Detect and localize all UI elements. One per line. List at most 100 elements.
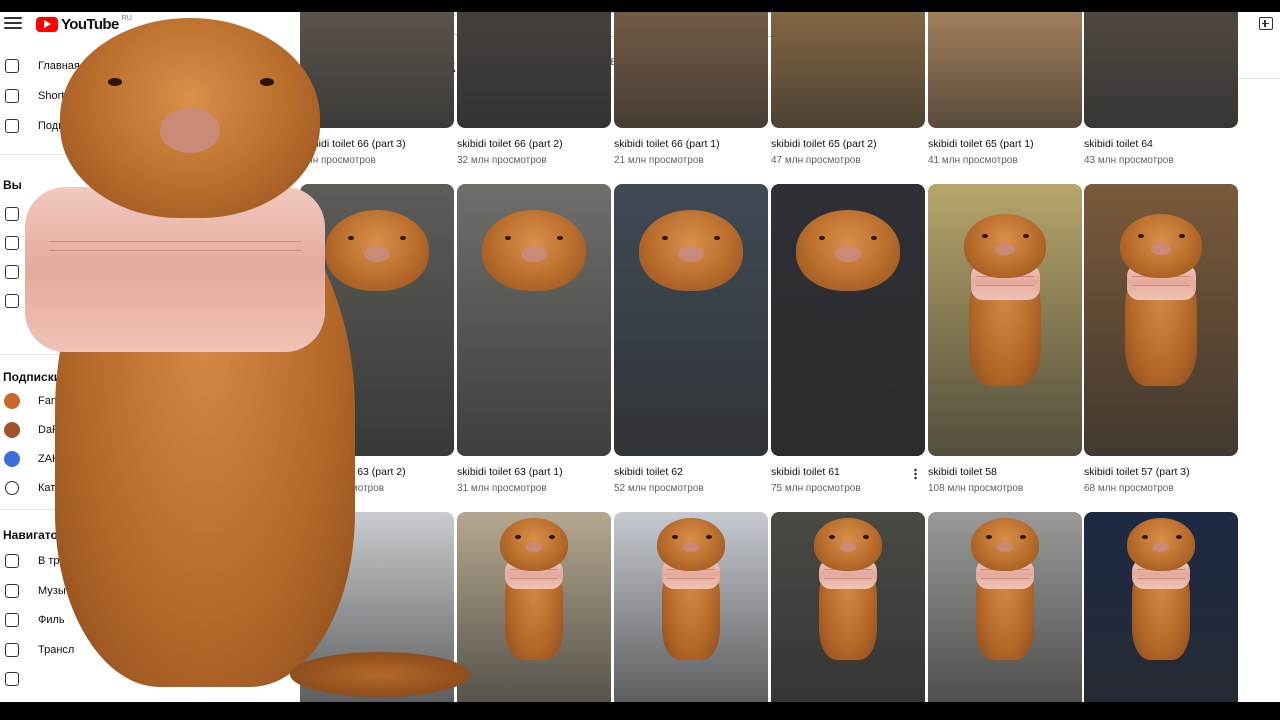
short-thumbnail[interactable]	[614, 12, 768, 128]
short-view-count: 32 млн просмотров	[457, 155, 547, 166]
short-view-count: 52 млн просмотров	[614, 483, 704, 494]
short-title[interactable]: skibidi toilet 63 (part 1)	[457, 466, 563, 478]
short-view-count: 0 млн просмотров	[300, 483, 385, 494]
trending-icon	[5, 554, 19, 568]
short-view-count: 31 млн просмотров	[457, 483, 547, 494]
pig-feature	[1151, 242, 1171, 256]
short-thumbnail[interactable]	[300, 512, 454, 702]
pig-feature	[504, 235, 511, 240]
sidebar-item[interactable]: Трансл	[0, 638, 300, 662]
sidebar-item[interactable]: Главная	[0, 54, 300, 78]
short-title[interactable]: skibidi toilet 63 (part 2)	[300, 466, 406, 478]
sidebar-divider	[0, 154, 300, 155]
pig-feature	[839, 541, 857, 553]
short-thumbnail[interactable]	[928, 12, 1082, 128]
pig-feature	[1152, 541, 1170, 553]
pig-feature	[1137, 234, 1144, 239]
short-view-count: 21 млн просмотров	[614, 155, 704, 166]
guinea-pig-head	[795, 210, 901, 291]
add-circle-icon	[5, 481, 19, 495]
pig-feature	[548, 534, 555, 539]
short-view-count: 68 млн просмотров	[1084, 483, 1174, 494]
short-title[interactable]: skibidi toilet 62	[614, 466, 683, 478]
pig-feature	[525, 541, 543, 553]
short-title[interactable]: skibidi toilet 65 (part 1)	[928, 138, 1034, 150]
sidebar-item[interactable]	[0, 260, 300, 284]
sidebar-you-heading[interactable]: Вы	[3, 178, 22, 192]
short-thumbnail[interactable]	[928, 512, 1082, 702]
sidebar-item[interactable]: Музы	[0, 579, 300, 603]
menu-icon[interactable]	[4, 14, 22, 32]
sidebar-subscriptions-heading[interactable]: Подписки	[3, 370, 61, 384]
create-video-icon[interactable]	[1259, 17, 1273, 30]
sidebar-item[interactable]: Fantom	[0, 389, 300, 413]
sidebar-item[interactable]	[0, 289, 300, 313]
short-title[interactable]: skibidi toilet 61	[771, 466, 840, 478]
short-thumbnail[interactable]	[771, 184, 925, 456]
pig-feature	[556, 235, 563, 240]
short-thumbnail[interactable]	[457, 512, 611, 702]
pig-feature	[682, 541, 700, 553]
channel-avatar-icon	[4, 393, 20, 409]
sidebar-navigator-heading[interactable]: Навигатор	[3, 528, 65, 542]
short-title[interactable]: skibidi toilet 65 (part 2)	[771, 138, 877, 150]
short-view-count: 41 млн просмотров	[928, 155, 1018, 166]
pig-feature	[818, 235, 825, 240]
sidebar-item[interactable]: Спорт	[0, 697, 300, 702]
pig-feature	[870, 235, 877, 240]
short-thumbnail[interactable]	[614, 512, 768, 702]
sidebar-item[interactable]	[0, 318, 300, 342]
youtube-logo[interactable]: YouTube RU	[36, 14, 132, 34]
trophy-icon	[5, 701, 19, 702]
short-title[interactable]: skibidi toilet 57 (part 3)	[1084, 466, 1190, 478]
sidebar-item[interactable]	[0, 202, 300, 226]
short-title[interactable]: skibidi toilet 66 (part 1)	[614, 138, 720, 150]
film-icon	[5, 613, 19, 627]
sidebar-item-label: Музы	[38, 584, 66, 597]
sidebar-item[interactable]: Катало	[0, 476, 300, 500]
sidebar-item-label: Трансл	[38, 643, 75, 656]
short-thumbnail[interactable]	[1084, 12, 1238, 128]
short-thumbnail[interactable]	[614, 184, 768, 456]
short-thumbnail[interactable]	[771, 12, 925, 128]
youtube-channel-page: YouTube RU Главная Shorts Подпи Вы Подписки F…	[0, 12, 1280, 702]
sidebar-item-label: DaFuq	[38, 424, 72, 436]
short-thumbnail[interactable]	[457, 184, 611, 456]
short-thumbnail[interactable]	[771, 512, 925, 702]
logo-text: YouTube	[61, 15, 119, 33]
short-thumbnail[interactable]	[457, 12, 611, 128]
short-title[interactable]: skibidi toilet 58	[928, 466, 997, 478]
sidebar-item[interactable]: DaFuq	[0, 418, 300, 442]
short-thumbnail[interactable]	[300, 12, 454, 128]
short-thumbnail[interactable]	[1084, 512, 1238, 702]
shorts-icon	[5, 89, 19, 103]
short-thumbnail[interactable]	[928, 184, 1082, 456]
short-view-count: 47 млн просмотров	[771, 155, 861, 166]
sidebar-item[interactable]: Филь	[0, 608, 300, 632]
sidebar-item[interactable]: ZAKAT	[0, 447, 300, 471]
subscriptions-icon	[5, 119, 19, 133]
sidebar-item-label: Филь	[38, 614, 65, 626]
sidebar-item[interactable]: Shorts	[0, 84, 300, 108]
watch-later-icon	[5, 294, 19, 308]
pig-feature	[705, 534, 712, 539]
guinea-pig-head	[963, 214, 1047, 278]
short-thumbnail[interactable]	[1084, 184, 1238, 456]
short-thumbnail[interactable]	[300, 184, 454, 456]
logo-region: RU	[121, 14, 132, 22]
more-options-icon[interactable]	[914, 468, 917, 480]
sidebar-item-label: Shorts	[38, 90, 70, 102]
history-icon	[5, 236, 19, 250]
sidebar-item-label: Главная	[38, 60, 80, 72]
short-title[interactable]: skibidi toilet 66 (part 2)	[457, 138, 563, 150]
sidebar-item[interactable]: Подпи	[0, 114, 300, 138]
sidebar-item[interactable]: В тренд	[0, 549, 300, 573]
pig-feature	[1023, 234, 1030, 239]
short-title[interactable]: skibidi toilet 66 (part 3)	[300, 138, 406, 150]
sidebar-item[interactable]	[0, 231, 300, 255]
pig-feature	[399, 235, 406, 240]
sidebar-item[interactable]	[0, 667, 300, 691]
short-title[interactable]: skibidi toilet 64	[1084, 138, 1153, 150]
short-view-count: 43 млн просмотров	[1084, 155, 1174, 166]
channel-avatar-icon	[4, 451, 20, 467]
